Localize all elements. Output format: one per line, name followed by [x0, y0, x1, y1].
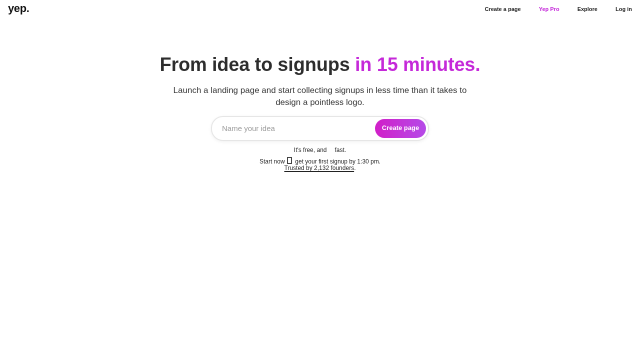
trusted-founders-link[interactable]: Trusted by 2,132 founders — [284, 166, 354, 172]
nav-yep-pro-link[interactable]: Yep Pro — [539, 7, 559, 13]
start-now-note: Start now get your first signup by 1:30 … — [0, 157, 640, 166]
nav-create-page-link[interactable]: Create a page — [485, 7, 521, 13]
hero-subtitle: Launch a landing page and start collecti… — [173, 85, 467, 107]
create-page-button[interactable]: Create page — [375, 119, 426, 138]
hero-title-accent: in 15 minutes. — [355, 55, 481, 76]
top-nav: Create a page Yep Pro Explore Log in — [467, 7, 632, 13]
trusted-note: Trusted by 2,132 founders. — [0, 166, 640, 172]
yep-logo[interactable]: yep. — [8, 3, 29, 15]
landing-page: yep. Create a page Yep Pro Explore Log i… — [0, 0, 640, 360]
start-now-text: Start now — [259, 159, 285, 166]
nav-explore-link[interactable]: Explore — [577, 7, 597, 13]
missing-glyph-icon — [287, 157, 293, 164]
fast-note-text: fast. — [334, 148, 347, 154]
free-fast-note: It's free, and fast. — [0, 148, 640, 154]
idea-name-input[interactable] — [220, 121, 374, 136]
top-header: yep. Create a page Yep Pro Explore Log i… — [0, 0, 640, 22]
hero-title: From idea to signups in 15 minutes. — [0, 55, 640, 77]
idea-form: Create page — [211, 116, 429, 141]
trusted-period: . — [354, 166, 356, 172]
first-signup-text: get your first signup by 1:30 pm. — [295, 159, 381, 166]
free-note-text: It's free, and — [293, 148, 327, 154]
hero-title-main: From idea to signups — [159, 55, 355, 76]
nav-login-link[interactable]: Log in — [616, 7, 633, 13]
